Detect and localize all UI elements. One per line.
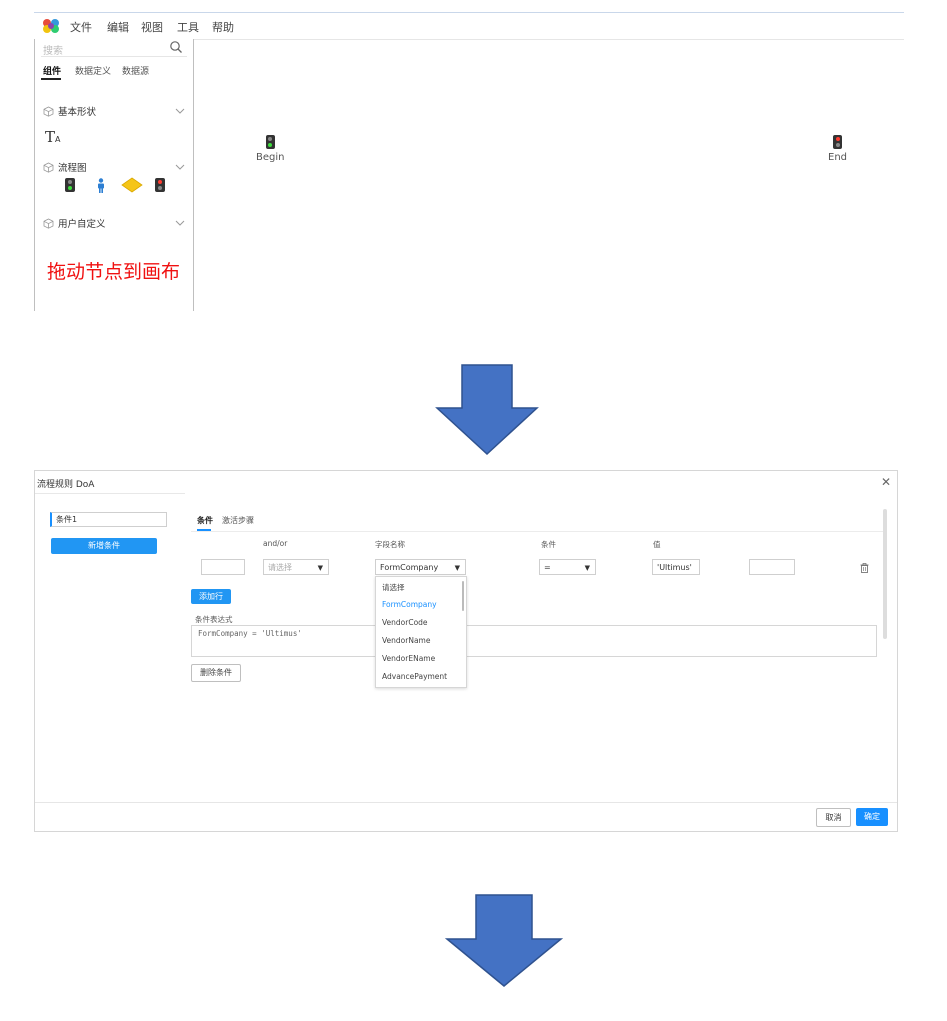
group-flowchart[interactable]: 流程图 <box>43 160 87 174</box>
column-value: 值 <box>653 540 661 549</box>
ok-button[interactable]: 确定 <box>856 808 888 826</box>
caret-down-icon: ▼ <box>584 564 590 572</box>
field-name-select[interactable]: FormCompany ▼ <box>375 559 466 575</box>
delete-condition-button[interactable]: 删除条件 <box>191 664 241 682</box>
add-row-button[interactable]: 添加行 <box>191 589 231 604</box>
text-tool-main: T <box>45 128 56 146</box>
end-node-label: End <box>828 152 848 163</box>
dropdown-scrollbar[interactable] <box>462 581 464 611</box>
operator-value: = <box>544 563 551 572</box>
caret-down-icon: ▼ <box>317 564 323 572</box>
dropdown-option[interactable]: VendorCode <box>382 618 428 627</box>
column-andor: and/or <box>263 539 288 548</box>
field-name-value: FormCompany <box>380 563 439 572</box>
menu-file[interactable]: 文件 <box>70 19 92 35</box>
text-tool-sub: A <box>55 135 61 144</box>
condition-item[interactable]: 条件1 <box>50 512 167 527</box>
menu-view[interactable]: 视图 <box>141 19 163 35</box>
traffic-light-red-icon <box>833 135 842 149</box>
chevron-down-icon[interactable] <box>175 108 185 114</box>
close-icon[interactable]: ✕ <box>881 475 891 489</box>
column-field-name: 字段名称 <box>375 540 405 549</box>
down-arrow-icon <box>435 364 539 456</box>
search-placeholder: 搜索 <box>43 46 63 57</box>
panel-scrollbar[interactable] <box>883 509 887 639</box>
expression-label: 条件表达式 <box>195 615 233 624</box>
cube-icon <box>43 218 54 229</box>
cube-icon <box>43 162 54 173</box>
row-right-bracket-input[interactable] <box>749 559 795 575</box>
flow-rule-dialog: 流程规则 DoA ✕ 条件1 新增条件 条件 激活步骤 and/or 字段名称 … <box>34 470 898 832</box>
add-condition-button[interactable]: 新增条件 <box>51 538 157 554</box>
begin-node-tool-icon[interactable] <box>65 178 75 192</box>
dropdown-option[interactable]: VendorEName <box>382 654 435 663</box>
chevron-down-icon[interactable] <box>175 164 185 170</box>
menu-tools[interactable]: 工具 <box>177 19 199 35</box>
trash-icon[interactable] <box>860 563 869 573</box>
end-node-tool-icon[interactable] <box>155 178 165 192</box>
app-logo-icon <box>43 19 59 33</box>
decision-node-tool-icon[interactable] <box>121 177 143 193</box>
tab-data-definition[interactable]: 数据定义 <box>75 64 111 77</box>
text-tool[interactable]: TA <box>45 128 61 146</box>
dropdown-option[interactable]: 请选择 <box>382 582 405 593</box>
menu-help[interactable]: 帮助 <box>212 19 234 35</box>
end-node[interactable]: End <box>828 135 847 163</box>
dropdown-option[interactable]: VendorName <box>382 636 430 645</box>
cube-icon <box>43 106 54 117</box>
tab-activation-steps[interactable]: 激活步骤 <box>222 515 254 526</box>
drag-hint-annotation: 拖动节点到画布 <box>47 261 181 283</box>
traffic-light-green-icon <box>265 135 275 149</box>
footer-divider <box>35 802 897 803</box>
column-operator: 条件 <box>541 540 556 549</box>
operator-select[interactable]: = ▼ <box>539 559 596 575</box>
active-tab-indicator <box>41 78 61 80</box>
menu-bar: 文件 编辑 视图 工具 帮助 <box>34 13 904 40</box>
group-label: 基本形状 <box>58 107 97 118</box>
menu-edit[interactable]: 编辑 <box>107 19 129 35</box>
chevron-down-icon[interactable] <box>175 220 185 226</box>
condition-list: 条件1 新增条件 <box>35 493 185 804</box>
dropdown-option[interactable]: AdvancePayment <box>382 672 447 681</box>
down-arrow-icon <box>445 894 563 987</box>
field-name-dropdown: 请选择 FormCompany VendorCode VendorName Ve… <box>375 576 467 688</box>
user-node-tool-icon[interactable] <box>97 178 105 193</box>
component-sidebar: 搜索 组件 数据定义 数据源 基本形状 TA 流程图 用户自定义 拖动节点到画布 <box>34 39 194 311</box>
expression-textarea[interactable]: FormCompany = 'Ultimus' <box>191 625 877 657</box>
andor-placeholder: 请选择 <box>268 563 292 572</box>
value-input[interactable]: 'Ultimus' <box>652 559 700 575</box>
group-basic-shapes[interactable]: 基本形状 <box>43 104 96 118</box>
andor-select[interactable]: 请选择 ▼ <box>263 559 329 575</box>
tab-conditions[interactable]: 条件 <box>197 515 213 526</box>
row-left-bracket-input[interactable] <box>201 559 245 575</box>
cancel-button[interactable]: 取消 <box>816 808 851 827</box>
begin-node-label: Begin <box>256 152 285 163</box>
group-label: 用户自定义 <box>58 219 106 230</box>
tabs-divider <box>191 531 885 532</box>
search-icon[interactable] <box>169 40 183 54</box>
begin-node[interactable]: Begin <box>256 135 284 163</box>
caret-down-icon: ▼ <box>454 564 460 572</box>
group-label: 流程图 <box>58 163 87 174</box>
search-input[interactable]: 搜索 <box>41 40 187 57</box>
dialog-title: 流程规则 DoA <box>37 480 95 490</box>
tab-components[interactable]: 组件 <box>43 64 61 77</box>
group-user-defined[interactable]: 用户自定义 <box>43 216 106 230</box>
value-text: 'Ultimus' <box>657 563 692 572</box>
tab-data-source[interactable]: 数据源 <box>122 64 149 77</box>
flow-designer: 文件 编辑 视图 工具 帮助 搜索 组件 数据定义 数据源 基本形状 TA 流程… <box>34 12 904 311</box>
dropdown-option-selected[interactable]: FormCompany <box>382 600 437 609</box>
